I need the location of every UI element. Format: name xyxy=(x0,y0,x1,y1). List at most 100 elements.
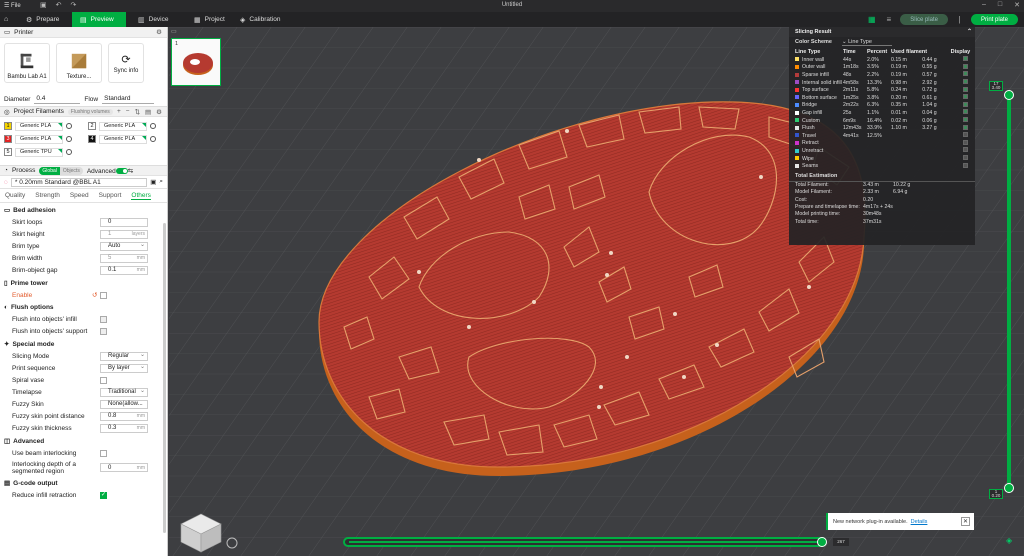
skirt-loops-input[interactable]: 0 xyxy=(100,217,148,227)
brim-gap-input[interactable]: 0.1 mm xyxy=(100,265,148,275)
fuzzy-skin-row: Fuzzy Skin None(allow... xyxy=(0,398,167,410)
filament-item-1[interactable]: 1 Generic PLA xyxy=(4,121,88,131)
print-sequence-select[interactable]: By layer xyxy=(100,363,148,373)
filament-edit-icon[interactable] xyxy=(66,123,72,129)
slice-plate-button[interactable]: Slice plate xyxy=(900,14,948,25)
display-checkbox[interactable] xyxy=(962,71,968,77)
flush-support-checkbox[interactable] xyxy=(100,327,107,335)
diameter-select[interactable]: 0.4 xyxy=(34,94,81,104)
minimize-icon[interactable]: – xyxy=(982,1,986,9)
interlocking-depth-input[interactable]: 0 mm xyxy=(100,463,148,472)
brim-width-input[interactable]: 5 mm xyxy=(100,253,148,263)
skirt-height-input[interactable]: 1 layers xyxy=(100,229,148,239)
process-scope-toggle[interactable]: Global Objects xyxy=(39,166,83,175)
collapse-icon[interactable]: ⌃ xyxy=(967,28,972,35)
tab-device[interactable]: ▥ Device xyxy=(130,12,177,27)
tab-quality[interactable]: Quality xyxy=(5,192,25,199)
fuzzy-distance-input[interactable]: 0.8 mm xyxy=(100,411,148,421)
layer-slider-track[interactable] xyxy=(1007,93,1011,489)
slice-all-icon[interactable]: ▦ xyxy=(866,14,877,25)
flush-infill-checkbox[interactable] xyxy=(100,315,107,323)
plate-list-icon[interactable]: ▭ xyxy=(171,28,177,35)
layer-slider-bottom-knob[interactable] xyxy=(1004,483,1014,493)
filament-sync-icon[interactable]: ⇅ xyxy=(135,108,140,116)
settings-scrollbar[interactable] xyxy=(163,223,166,533)
tab-project[interactable]: ▦ Project xyxy=(186,12,233,27)
fuzzy-thickness-input[interactable]: 0.3 mm xyxy=(100,423,148,433)
display-checkbox[interactable] xyxy=(962,63,968,69)
maximize-icon[interactable]: □ xyxy=(998,1,1002,9)
display-checkbox[interactable] xyxy=(962,109,968,115)
filament-settings-icon[interactable]: ⚙ xyxy=(156,108,162,116)
filament-item-4[interactable]: 4 Generic PLA xyxy=(88,134,167,144)
fuzzy-skin-select[interactable]: None(allow... xyxy=(100,399,148,409)
tab-calibration[interactable]: ◈ Calibration xyxy=(232,12,288,27)
remove-filament-icon[interactable]: − xyxy=(126,108,130,116)
filament-edit-icon[interactable] xyxy=(66,136,72,142)
notification-toast: New network plug-in available. Details ✕ xyxy=(826,513,974,530)
display-checkbox[interactable] xyxy=(962,86,968,92)
spiral-vase-checkbox[interactable] xyxy=(100,376,107,384)
tab-strength[interactable]: Strength xyxy=(35,192,60,199)
display-checkbox[interactable] xyxy=(962,155,968,161)
display-checkbox[interactable] xyxy=(962,162,968,168)
beam-interlocking-checkbox[interactable] xyxy=(100,449,107,457)
process-profile-select[interactable]: * 0.20mm Standard @BBL A1 xyxy=(10,177,148,187)
move-slider[interactable] xyxy=(343,537,827,547)
print-plate-button[interactable]: Print plate xyxy=(970,14,1018,25)
display-checkbox[interactable] xyxy=(962,139,968,145)
display-checkbox[interactable] xyxy=(962,94,968,100)
close-notification-icon[interactable]: ✕ xyxy=(961,517,970,526)
brim-gap-row: Brim-object gap 0.1 mm xyxy=(0,264,167,276)
prime-tower-checkbox[interactable] xyxy=(100,291,107,299)
flow-select[interactable]: Standard xyxy=(102,94,155,104)
printer-card[interactable]: Bambu Lab A1 xyxy=(4,43,50,83)
search-icon[interactable]: ⌕ xyxy=(159,178,163,186)
display-checkbox[interactable] xyxy=(962,101,968,107)
tab-support[interactable]: Support xyxy=(99,192,122,199)
reset-icon[interactable]: ↺ xyxy=(92,291,97,299)
slicing-mode-select[interactable]: Regular xyxy=(100,351,148,361)
compare-icon[interactable]: ⇆ xyxy=(128,168,133,175)
add-filament-icon[interactable]: + xyxy=(117,108,121,116)
divider-icon: | xyxy=(958,15,961,24)
layers-toggle-icon[interactable]: ◈ xyxy=(1006,536,1012,545)
filament-edit-icon[interactable] xyxy=(66,149,72,155)
color-scheme-select[interactable]: ⌄ Line Type xyxy=(841,39,892,46)
filament-edit-icon[interactable] xyxy=(150,123,156,129)
filament-item-2[interactable]: 2 Generic PLA xyxy=(88,121,167,131)
flushing-volumes-button[interactable]: Flushing volumes xyxy=(67,108,113,115)
filament-item-3[interactable]: 3 Generic PLA xyxy=(4,134,88,144)
move-slider-knob[interactable] xyxy=(817,537,827,547)
line-color-swatch xyxy=(795,118,799,123)
details-link[interactable]: Details xyxy=(911,519,928,525)
display-checkbox[interactable] xyxy=(962,56,968,62)
layers-icon[interactable]: ≡ xyxy=(883,14,894,25)
save-profile-icon[interactable]: ▣ xyxy=(150,178,156,186)
advanced-toggle[interactable] xyxy=(115,167,128,174)
display-checkbox[interactable] xyxy=(962,124,968,130)
tab-preview[interactable]: ▤ Preview xyxy=(72,12,126,27)
settings-gear-icon[interactable]: ⚙ xyxy=(156,28,162,36)
layer-slider-top-knob[interactable] xyxy=(1004,90,1014,100)
filament-edit-icon[interactable] xyxy=(150,136,156,142)
prime-tower-title: ▯ Prime tower xyxy=(4,279,48,288)
layer-slider[interactable]: 17 3.40 1 0.20 xyxy=(989,81,1014,501)
plate-thumbnail[interactable]: 1 xyxy=(171,38,221,86)
tab-speed[interactable]: Speed xyxy=(70,192,89,199)
close-icon[interactable]: ✕ xyxy=(1014,1,1020,9)
plate-card[interactable]: Texture... xyxy=(56,43,102,83)
sync-info-button[interactable]: ⟳ Sync info xyxy=(108,43,144,83)
timelapse-select[interactable]: Traditional xyxy=(100,387,148,397)
display-checkbox[interactable] xyxy=(962,132,968,138)
filament-item-5[interactable]: 5 Generic TPU xyxy=(4,147,88,157)
reduce-retraction-checkbox[interactable] xyxy=(100,491,107,499)
brim-type-select[interactable]: Auto xyxy=(100,241,148,251)
filament-edit-icon[interactable]: ▤ xyxy=(145,108,151,116)
tab-others[interactable]: Others xyxy=(131,192,151,200)
home-button[interactable]: ⌂ xyxy=(0,12,12,27)
display-checkbox[interactable] xyxy=(962,147,968,153)
display-checkbox[interactable] xyxy=(962,79,968,85)
tab-prepare[interactable]: ⚙ Prepare xyxy=(18,12,67,27)
display-checkbox[interactable] xyxy=(962,117,968,123)
